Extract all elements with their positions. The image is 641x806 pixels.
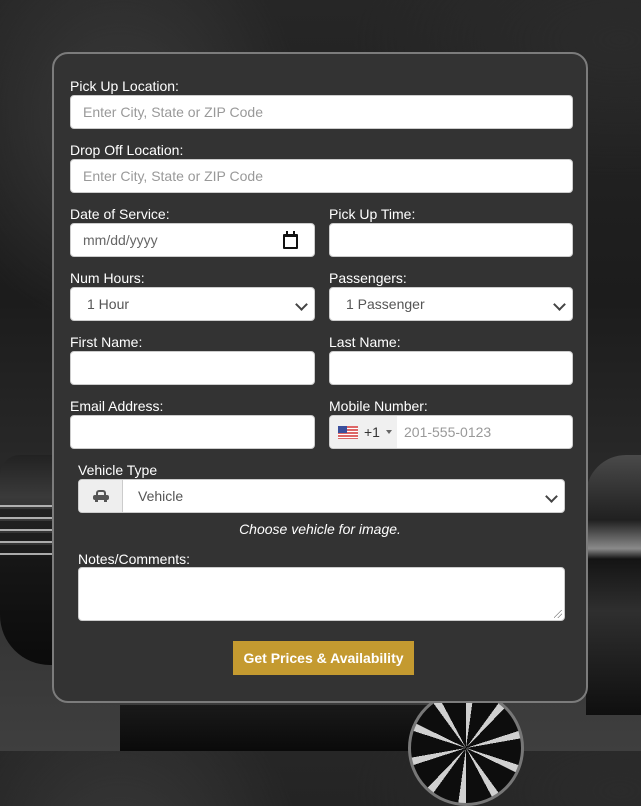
- vehicle-type-label: Vehicle Type: [78, 462, 158, 478]
- chevron-down-icon: [295, 298, 308, 311]
- background-limo-bumper: [120, 705, 440, 751]
- pickup-location-label: Pick Up Location:: [70, 78, 179, 94]
- quote-form-panel: Pick Up Location: Enter City, State or Z…: [52, 52, 588, 703]
- get-prices-button[interactable]: Get Prices & Availability: [233, 641, 414, 675]
- us-flag-icon: [338, 425, 358, 439]
- last-name-input[interactable]: [329, 351, 573, 385]
- notes-textarea[interactable]: [78, 567, 565, 621]
- date-of-service-label: Date of Service:: [70, 206, 170, 222]
- pickup-time-label: Pick Up Time:: [329, 206, 416, 222]
- car-icon: [92, 490, 109, 502]
- dropoff-location-placeholder: Enter City, State or ZIP Code: [83, 168, 264, 184]
- mobile-placeholder: 201-555-0123: [404, 424, 492, 440]
- chevron-down-icon: [545, 490, 558, 503]
- passengers-label: Passengers:: [329, 270, 407, 286]
- background-limo-front: [0, 455, 60, 665]
- last-name-label: Last Name:: [329, 334, 401, 350]
- email-label: Email Address:: [70, 398, 164, 414]
- email-input[interactable]: [70, 415, 315, 449]
- background-limo-grille: [0, 505, 55, 555]
- pickup-time-input[interactable]: [329, 223, 573, 257]
- vehicle-type-selected: Vehicle: [138, 488, 184, 504]
- mobile-number-label: Mobile Number:: [329, 398, 428, 414]
- pickup-location-placeholder: Enter City, State or ZIP Code: [83, 104, 264, 120]
- notes-label: Notes/Comments:: [78, 551, 191, 567]
- vehicle-addon: [79, 480, 123, 512]
- caret-down-icon: [385, 430, 392, 434]
- dial-code: +1: [364, 424, 380, 440]
- background-limo-wheel: [408, 690, 524, 806]
- dropoff-location-input[interactable]: Enter City, State or ZIP Code: [70, 159, 573, 193]
- vehicle-hint: Choose vehicle for image.: [239, 521, 401, 537]
- date-placeholder: mm/dd/yyyy: [83, 232, 158, 248]
- calendar-icon[interactable]: [283, 231, 298, 249]
- num-hours-select[interactable]: 1 Hour: [70, 287, 315, 321]
- background-limo-side: [586, 455, 641, 715]
- chevron-down-icon: [553, 298, 566, 311]
- date-of-service-input[interactable]: mm/dd/yyyy: [70, 223, 315, 257]
- passengers-select[interactable]: 1 Passenger: [329, 287, 573, 321]
- first-name-label: First Name:: [70, 334, 143, 350]
- resize-handle-icon[interactable]: [554, 610, 562, 618]
- num-hours-selected: 1 Hour: [87, 296, 130, 312]
- vehicle-type-select[interactable]: Vehicle: [78, 479, 565, 513]
- country-code-dropdown[interactable]: +1: [330, 416, 397, 448]
- pickup-location-input[interactable]: Enter City, State or ZIP Code: [70, 95, 573, 129]
- first-name-input[interactable]: [70, 351, 315, 385]
- passengers-selected: 1 Passenger: [346, 296, 425, 312]
- mobile-number-input[interactable]: +1 201-555-0123: [329, 415, 573, 449]
- dropoff-location-label: Drop Off Location:: [70, 142, 184, 158]
- num-hours-label: Num Hours:: [70, 270, 145, 286]
